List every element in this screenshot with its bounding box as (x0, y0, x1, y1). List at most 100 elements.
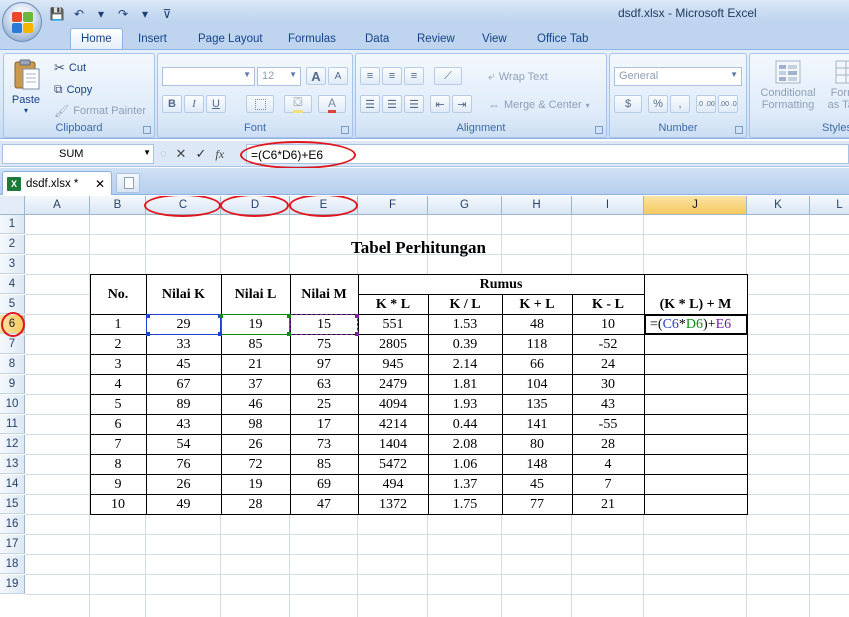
cell-k-plus-l[interactable]: 80 (502, 435, 572, 454)
tab-home[interactable]: Home (70, 28, 123, 49)
column-header-h[interactable]: H (502, 196, 572, 215)
column-header-l[interactable]: L (810, 196, 849, 215)
cell-k-plus-l[interactable]: 45 (502, 475, 572, 494)
column-header-g[interactable]: G (428, 196, 502, 215)
column-header-k[interactable]: K (747, 196, 810, 215)
cell-no[interactable]: 9 (90, 475, 146, 494)
row-header-6[interactable]: 6 (0, 315, 25, 334)
decrease-decimal-button[interactable]: .00 .0 (718, 95, 738, 113)
cell-k-minus-l[interactable]: 30 (572, 375, 644, 394)
cell-formula-result[interactable] (644, 355, 747, 374)
cell-k-div-l[interactable]: 1.37 (428, 475, 502, 494)
align-center-icon[interactable]: ☰ (382, 95, 402, 113)
underline-button[interactable]: U (206, 95, 226, 113)
shrink-font-button[interactable]: A (328, 67, 348, 85)
cell-nilai-k[interactable]: 54 (146, 435, 221, 454)
tab-data[interactable]: Data (355, 30, 399, 49)
undo-dropdown-icon[interactable]: ▾ (92, 6, 110, 22)
cell-k-div-l[interactable]: 0.39 (428, 335, 502, 354)
row-header-15[interactable]: 15 (0, 495, 25, 514)
cell-k-times-l[interactable]: 1404 (358, 435, 428, 454)
row-header-1[interactable]: 1 (0, 215, 25, 234)
row-header-8[interactable]: 8 (0, 355, 25, 374)
decrease-indent-icon[interactable]: ⇤ (430, 95, 450, 113)
borders-button[interactable] (246, 95, 274, 113)
comma-button[interactable]: , (670, 95, 690, 113)
cell-nilai-l[interactable]: 19 (221, 475, 290, 494)
new-document-tab-button[interactable] (116, 173, 140, 193)
cell-nilai-l[interactable]: 98 (221, 415, 290, 434)
worksheet-grid[interactable]: A B C D E F G H I J K L 1 2 3 4 5 6 7 8 9 10 11 12 13 14 15 16 17 18 1… (0, 196, 849, 617)
column-header-d[interactable]: D (221, 196, 290, 215)
increase-indent-icon[interactable]: ⇥ (452, 95, 472, 113)
copy-button[interactable]: ⧉ Copy (54, 82, 92, 97)
cell-k-times-l[interactable]: 494 (358, 475, 428, 494)
cell-k-div-l[interactable]: 1.93 (428, 395, 502, 414)
align-right-icon[interactable]: ☰ (404, 95, 424, 113)
cell-nilai-k[interactable]: 26 (146, 475, 221, 494)
alignment-launcher-icon[interactable] (595, 126, 603, 134)
cell-no[interactable]: 8 (90, 455, 146, 474)
cell-nilai-m[interactable]: 69 (290, 475, 358, 494)
cell-nilai-m[interactable]: 97 (290, 355, 358, 374)
office-button[interactable] (2, 2, 42, 42)
row-header-7[interactable]: 7 (0, 335, 25, 354)
editing-cell-j6[interactable]: =(C6 * D6)+ E6 (645, 315, 747, 334)
row-header-19[interactable]: 19 (0, 575, 25, 594)
cell-nilai-m[interactable]: 63 (290, 375, 358, 394)
grow-font-button[interactable]: A (306, 67, 326, 85)
cell-k-div-l[interactable]: 2.14 (428, 355, 502, 374)
paste-button[interactable]: Paste ▾ (10, 58, 42, 115)
font-size-select[interactable]: 12 ▼ (257, 67, 301, 86)
cell-nilai-l[interactable]: 28 (221, 495, 290, 514)
align-bottom-icon[interactable]: ≡ (404, 67, 424, 85)
cell-nilai-l[interactable]: 26 (221, 435, 290, 454)
number-launcher-icon[interactable] (735, 126, 743, 134)
cell-nilai-l[interactable]: 37 (221, 375, 290, 394)
cell-nilai-m[interactable]: 73 (290, 435, 358, 454)
italic-button[interactable]: I (184, 95, 204, 113)
row-header-16[interactable]: 16 (0, 515, 25, 534)
cell-k-minus-l[interactable]: 21 (572, 495, 644, 514)
font-launcher-icon[interactable] (341, 126, 349, 134)
fill-color-button[interactable]: ⛋ (284, 95, 312, 113)
row-header-4[interactable]: 4 (0, 275, 25, 294)
cell-k-minus-l[interactable]: 7 (572, 475, 644, 494)
tab-view[interactable]: View (472, 30, 517, 49)
cell-nilai-m[interactable]: 85 (290, 455, 358, 474)
cell-nilai-k[interactable]: 49 (146, 495, 221, 514)
row-header-11[interactable]: 11 (0, 415, 25, 434)
cell-k-minus-l[interactable]: 4 (572, 455, 644, 474)
cell-k-div-l[interactable]: 1.81 (428, 375, 502, 394)
cell-formula-result[interactable] (644, 395, 747, 414)
name-box[interactable]: SUM ▼ (2, 144, 154, 164)
cell-k-times-l[interactable]: 5472 (358, 455, 428, 474)
cell-nilai-m[interactable]: 47 (290, 495, 358, 514)
number-format-select[interactable]: General ▼ (614, 67, 742, 86)
cell-nilai-k[interactable]: 67 (146, 375, 221, 394)
cell-k-plus-l[interactable]: 148 (502, 455, 572, 474)
cell-k-minus-l[interactable]: -55 (572, 415, 644, 434)
cell-no[interactable]: 5 (90, 395, 146, 414)
cell-k-minus-l[interactable]: 24 (572, 355, 644, 374)
cell-nilai-m[interactable]: 75 (290, 335, 358, 354)
bold-button[interactable]: B (162, 95, 182, 113)
cell-k-times-l[interactable]: 1372 (358, 495, 428, 514)
tab-office-tab[interactable]: Office Tab (527, 30, 598, 49)
column-header-e[interactable]: E (290, 196, 358, 215)
cell-k-minus-l[interactable]: 43 (572, 395, 644, 414)
align-middle-icon[interactable]: ≡ (382, 67, 402, 85)
tab-review[interactable]: Review (407, 30, 465, 49)
row-header-17[interactable]: 17 (0, 535, 25, 554)
column-header-c[interactable]: C (146, 196, 221, 215)
clipboard-launcher-icon[interactable] (143, 126, 151, 134)
currency-button[interactable]: $ (614, 95, 642, 113)
cell-nilai-k[interactable]: 33 (146, 335, 221, 354)
column-header-a[interactable]: A (25, 196, 90, 215)
cell-k-minus-l[interactable]: 10 (572, 315, 644, 334)
column-header-j[interactable]: J (644, 196, 747, 215)
cell-k-minus-l[interactable]: -52 (572, 335, 644, 354)
column-header-i[interactable]: I (572, 196, 644, 215)
cell-k-times-l[interactable]: 2805 (358, 335, 428, 354)
cell-nilai-l[interactable]: 21 (221, 355, 290, 374)
